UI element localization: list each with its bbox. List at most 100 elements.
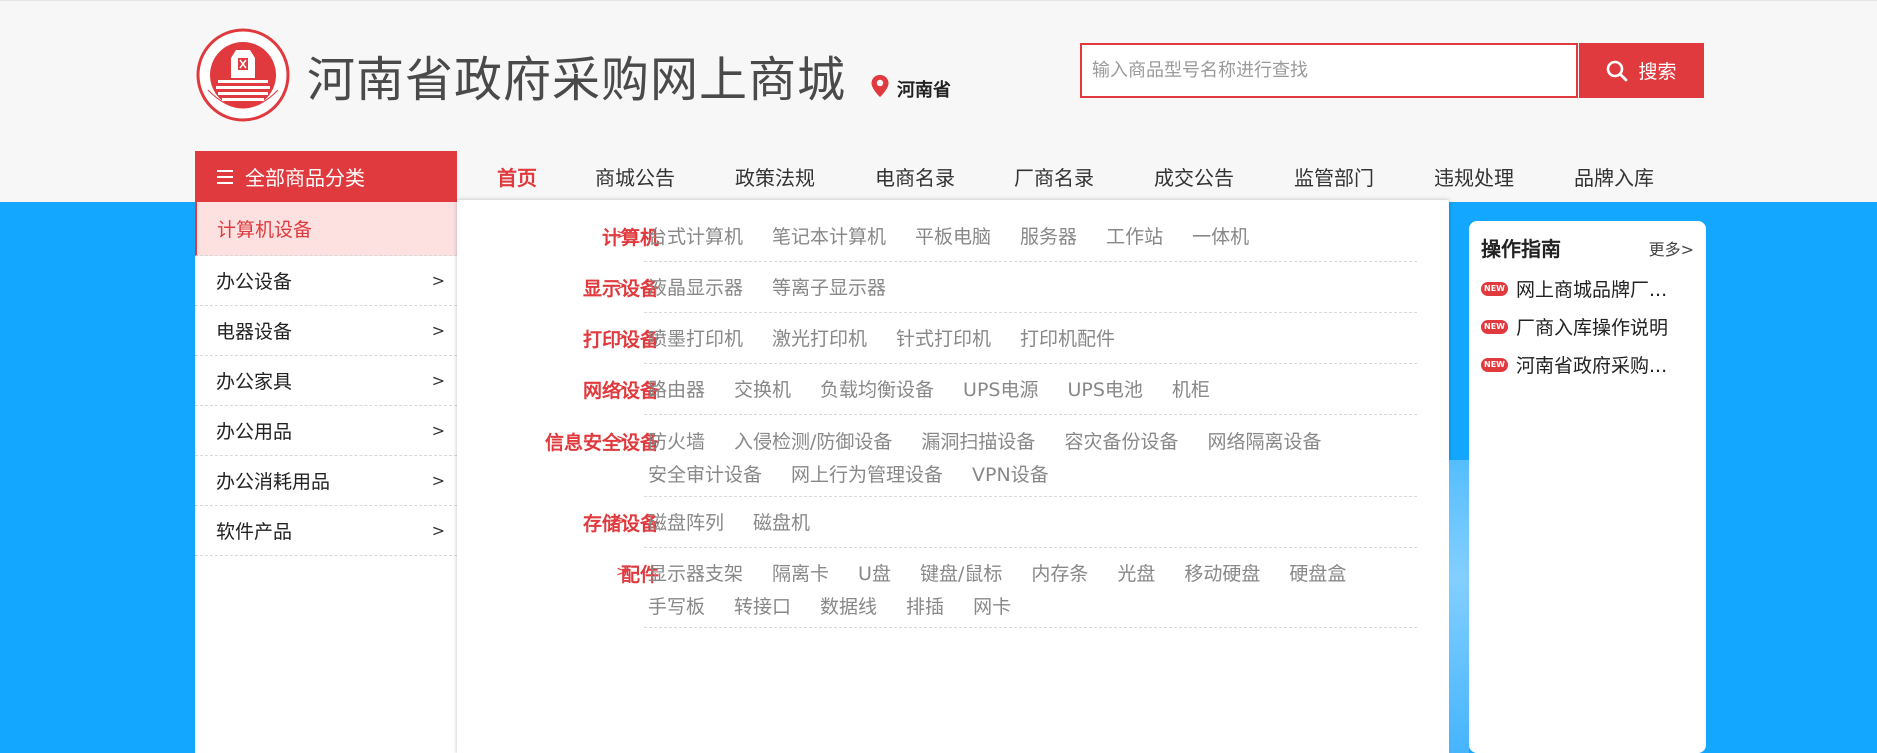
dropdown-item-link[interactable]: 台式计算机 (648, 222, 743, 249)
chevron-right-icon: > (431, 321, 445, 340)
dropdown-row-divider (644, 496, 1417, 497)
tab-home[interactable]: 首页 (497, 162, 537, 191)
chevron-right-icon: > (431, 471, 445, 490)
dropdown-row-divider (644, 414, 1417, 415)
dropdown-item-link[interactable]: 显示器支架 (648, 559, 743, 586)
dropdown-item-link[interactable]: 防火墙 (648, 427, 705, 454)
logo-emblem[interactable] (196, 28, 290, 122)
guide-item-label: 厂商入库操作说明 (1516, 317, 1669, 339)
dropdown-item-link[interactable]: 漏洞扫描设备 (921, 427, 1035, 454)
background-banner-strip (1449, 460, 1469, 753)
dropdown-item-link[interactable]: 机柜 (1172, 375, 1210, 402)
dropdown-item-link[interactable]: 硬盘盒 (1289, 559, 1346, 586)
category-sidebar: 计算机设备 办公设备 > 电器设备 > 办公家具 > 办公用品 > 办公消耗用品… (195, 202, 457, 753)
dropdown-item-link[interactable]: U盘 (858, 559, 891, 586)
chevron-right-icon: > (431, 421, 445, 440)
dropdown-item-link[interactable]: 喷墨打印机 (648, 324, 743, 351)
search-button-label: 搜索 (1638, 61, 1677, 83)
dropdown-item-link[interactable]: 磁盘阵列 (648, 508, 724, 535)
dropdown-item-link[interactable]: 服务器 (1020, 222, 1077, 249)
dropdown-item-link[interactable]: 内存条 (1031, 559, 1088, 586)
dropdown-item-link[interactable]: 网卡 (973, 592, 1011, 619)
all-categories-header[interactable]: 全部商品分类 (195, 151, 457, 202)
dropdown-item-link[interactable]: 磁盘机 (753, 508, 810, 535)
tab-ecommerce-directory[interactable]: 电商名录 (875, 162, 955, 191)
dropdown-item-link[interactable]: 安全审计设备 (648, 460, 762, 487)
dropdown-item-link[interactable]: 打印机配件 (1020, 324, 1115, 351)
dropdown-item-link[interactable]: 激光打印机 (772, 324, 867, 351)
category-dropdown-panel: 计算机 > 台式计算机 笔记本计算机 平板电脑 服务器 工作站 一体机 显示设备 > 液晶显示器 等离… (457, 200, 1449, 753)
dropdown-item-link[interactable]: 工作站 (1106, 222, 1163, 249)
dropdown-item-link[interactable]: 隔离卡 (772, 559, 829, 586)
category-label: 办公用品 (216, 421, 293, 443)
category-item-furniture[interactable]: 办公家具 > (195, 356, 457, 406)
chevron-right-icon: > (616, 513, 628, 529)
search-button[interactable]: 搜索 (1579, 43, 1704, 98)
location-label[interactable]: 河南省 (897, 76, 951, 102)
dropdown-item-link[interactable]: 一体机 (1192, 222, 1249, 249)
tab-violations[interactable]: 违规处理 (1434, 162, 1514, 191)
dropdown-item-link[interactable]: 网络隔离设备 (1207, 427, 1321, 454)
location-pin-icon (871, 75, 889, 97)
dropdown-item-link[interactable]: 液晶显示器 (648, 273, 743, 300)
guide-item-label: 河南省政府采购... (1516, 355, 1668, 377)
chevron-right-icon: > (431, 271, 445, 290)
dropdown-group-items: 路由器 交换机 负载均衡设备 UPS电源 UPS电池 机柜 (648, 375, 1420, 402)
chevron-right-icon: > (616, 329, 628, 345)
dropdown-group-items: 显示器支架 隔离卡 U盘 键盘/鼠标 内存条 光盘 移动硬盘 硬盘盒手写板 转接口 数据线 排插 网卡 (648, 559, 1420, 619)
tab-manufacturer-directory[interactable]: 厂商名录 (1014, 162, 1094, 191)
guide-item-label: 网上商城品牌厂... (1516, 279, 1668, 301)
category-item-office-equipment[interactable]: 办公设备 > (195, 256, 457, 306)
dropdown-group-items: 台式计算机 笔记本计算机 平板电脑 服务器 工作站 一体机 (648, 222, 1420, 249)
dropdown-item-link[interactable]: 平板电脑 (915, 222, 991, 249)
guide-item[interactable]: NEW 厂商入库操作说明 (1481, 313, 1696, 340)
category-item-computer[interactable]: 计算机设备 (195, 202, 457, 256)
dropdown-item-link[interactable]: 数据线 (820, 592, 877, 619)
chevron-right-icon: > (431, 371, 445, 390)
dropdown-item-link[interactable]: 转接口 (734, 592, 791, 619)
category-item-software[interactable]: 软件产品 > (195, 506, 457, 556)
dropdown-group-label[interactable]: 信息安全设备 (545, 428, 659, 455)
dropdown-item-link[interactable]: UPS电池 (1067, 375, 1142, 402)
guide-title: 操作指南 (1481, 237, 1561, 261)
guide-item[interactable]: NEW 网上商城品牌厂... (1481, 275, 1696, 302)
tab-deal-notice[interactable]: 成交公告 (1154, 162, 1234, 191)
dropdown-item-link[interactable]: 针式打印机 (896, 324, 991, 351)
dropdown-item-link[interactable]: VPN设备 (972, 460, 1049, 487)
tab-policies[interactable]: 政策法规 (735, 162, 815, 191)
dropdown-item-link[interactable]: 移动硬盘 (1184, 559, 1260, 586)
menu-icon (217, 169, 233, 184)
dropdown-item-link[interactable]: 容灾备份设备 (1064, 427, 1178, 454)
category-item-electrical[interactable]: 电器设备 > (195, 306, 457, 356)
dropdown-item-link[interactable]: 光盘 (1117, 559, 1155, 586)
new-badge-icon: NEW (1481, 357, 1508, 372)
category-label: 电器设备 (216, 321, 293, 343)
tab-brand-onboarding[interactable]: 品牌入库 (1574, 162, 1654, 191)
dropdown-item-link[interactable]: 手写板 (648, 592, 705, 619)
dropdown-group-items: 磁盘阵列 磁盘机 (648, 508, 1420, 535)
site-title[interactable]: 河南省政府采购网上商城 (307, 40, 846, 110)
category-item-supplies[interactable]: 办公用品 > (195, 406, 457, 456)
dropdown-item-link[interactable]: 网上行为管理设备 (791, 460, 943, 487)
dropdown-item-link[interactable]: 笔记本计算机 (772, 222, 886, 249)
guide-item[interactable]: NEW 河南省政府采购... (1481, 351, 1696, 378)
search-input[interactable] (1080, 43, 1578, 98)
dropdown-item-link[interactable]: UPS电源 (963, 375, 1038, 402)
dropdown-item-link[interactable]: 交换机 (734, 375, 791, 402)
tab-mall-notice[interactable]: 商城公告 (595, 162, 675, 191)
dropdown-item-link[interactable]: 入侵检测/防御设备 (734, 427, 892, 454)
dropdown-row-divider (644, 312, 1417, 313)
new-badge-icon: NEW (1481, 319, 1508, 334)
dropdown-item-link[interactable]: 路由器 (648, 375, 705, 402)
category-item-consumables[interactable]: 办公消耗用品 > (195, 456, 457, 506)
dropdown-item-link[interactable]: 键盘/鼠标 (920, 559, 1002, 586)
dropdown-row-divider (644, 363, 1417, 364)
tab-regulators[interactable]: 监管部门 (1294, 162, 1374, 191)
dropdown-item-link[interactable]: 等离子显示器 (772, 273, 886, 300)
guide-more-link[interactable]: 更多> (1649, 236, 1694, 260)
dropdown-item-link[interactable]: 排插 (906, 592, 944, 619)
dropdown-item-link[interactable]: 负载均衡设备 (820, 375, 934, 402)
dropdown-row-divider (644, 627, 1417, 628)
category-label: 软件产品 (216, 521, 293, 543)
dropdown-row-divider (644, 547, 1417, 548)
